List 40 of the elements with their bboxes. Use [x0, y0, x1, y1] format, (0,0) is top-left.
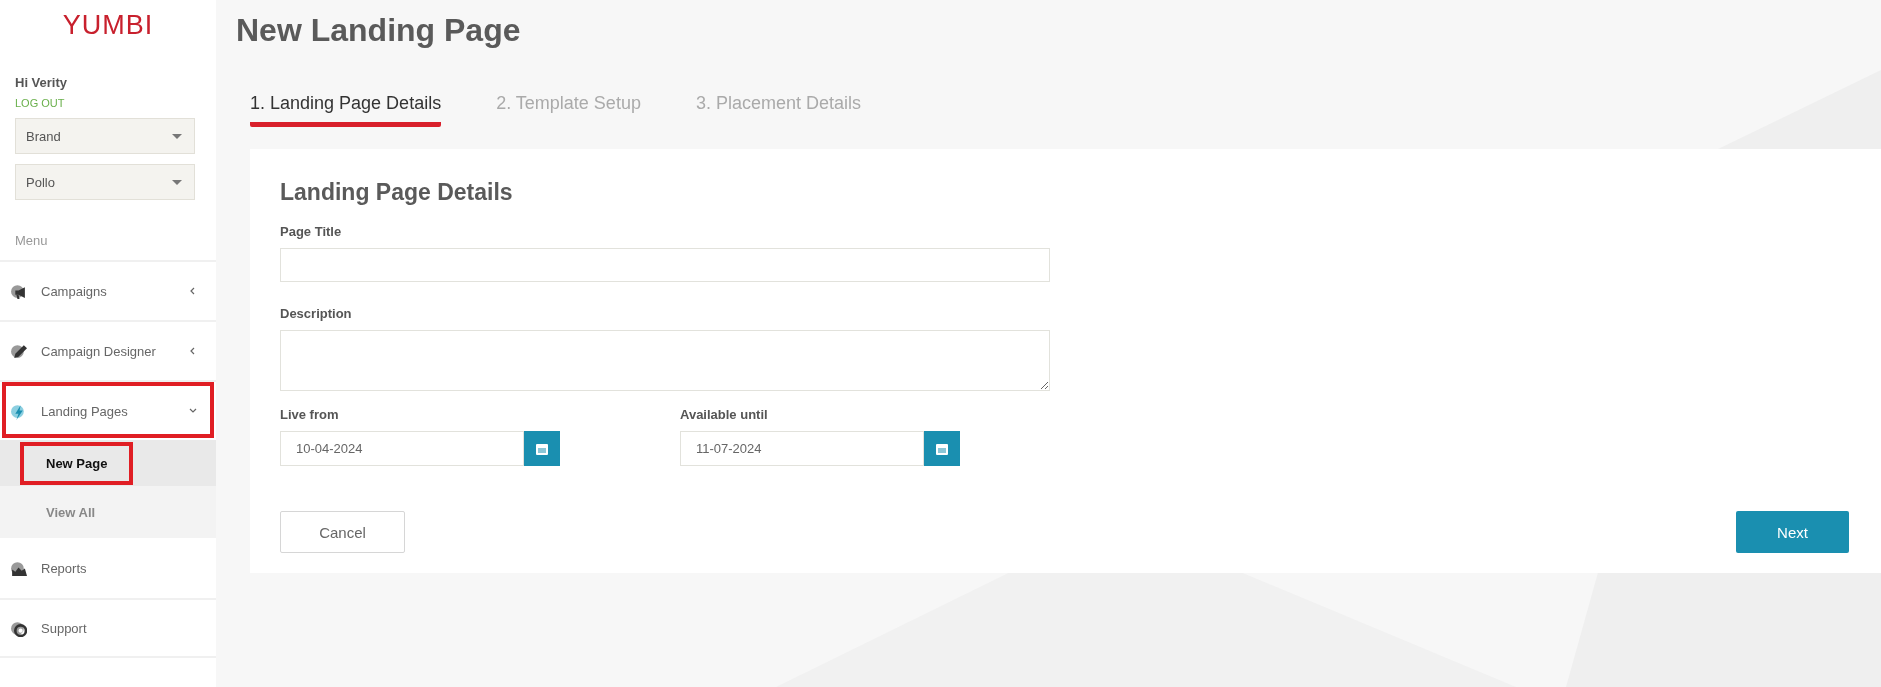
nav-label: Landing Pages: [41, 403, 129, 419]
nav-item[interactable]: Campaign Designer: [0, 320, 216, 380]
dropdown-select[interactable]: Brand: [15, 118, 195, 154]
calendar-button[interactable]: [924, 431, 960, 466]
next-button[interactable]: Next: [1736, 511, 1849, 553]
nav-item[interactable]: Support: [0, 598, 216, 658]
field-label: Description: [280, 306, 352, 321]
field-label: Live from: [280, 407, 339, 422]
megaphone-icon: [10, 282, 27, 300]
caret-icon: [172, 133, 182, 139]
nav-label: Campaigns: [41, 283, 108, 299]
step-tab[interactable]: 1. Landing Page Details: [250, 93, 442, 127]
submenu-item[interactable]: View All: [24, 494, 118, 530]
cancel-button[interactable]: Cancel: [280, 511, 405, 553]
dropdown-select[interactable]: Pollo: [15, 164, 195, 200]
field-label: Available until: [680, 407, 768, 422]
menu-label: Menu: [15, 233, 48, 248]
page-title: New Landing Page: [236, 12, 521, 49]
nav-item[interactable]: Campaigns: [0, 260, 216, 320]
nav-label: Support: [41, 620, 88, 636]
nav-label: Campaign Designer: [41, 343, 157, 359]
caret-icon: [172, 179, 182, 185]
greeting-text: Hi Verity: [15, 75, 68, 90]
input-field[interactable]: [280, 248, 1050, 282]
pencil-icon: [10, 342, 27, 360]
field-label: Page Title: [280, 224, 342, 239]
date-field[interactable]: 11-07-2024: [680, 431, 924, 466]
lifebuoy-icon: [10, 619, 27, 637]
form-heading: Landing Page Details: [280, 179, 513, 206]
nav-item[interactable]: Landing Pages: [0, 380, 216, 440]
lightning-icon: [10, 402, 27, 420]
date-field[interactable]: 10-04-2024: [280, 431, 524, 466]
nav-item[interactable]: Reports: [0, 538, 216, 598]
textarea-field[interactable]: [280, 330, 1050, 391]
calendar-icon: [935, 441, 949, 456]
chart-icon: [10, 559, 27, 577]
calendar-icon: [535, 441, 549, 456]
logo: YUMBI: [62, 10, 154, 41]
nav-label: Reports: [41, 560, 88, 576]
calendar-button[interactable]: [524, 431, 560, 466]
